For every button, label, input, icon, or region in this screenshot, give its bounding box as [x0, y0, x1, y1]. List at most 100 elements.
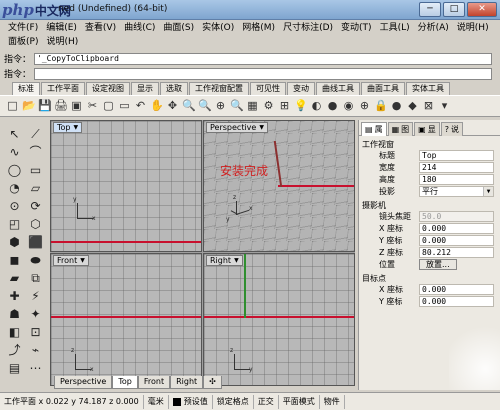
cylinder-icon[interactable]: ⬬	[27, 252, 44, 268]
zoom-selected-icon[interactable]: 🔍	[230, 99, 244, 113]
status-snap[interactable]: 锁定格点	[213, 394, 254, 409]
tab-select[interactable]: 选取	[160, 82, 188, 95]
ellipse-icon[interactable]: ◔	[6, 180, 23, 196]
camera-z-field[interactable]: 80.212	[419, 246, 494, 258]
join-icon[interactable]: ✦	[27, 306, 44, 322]
chevron-down-icon[interactable]: ▼	[259, 123, 264, 132]
material-icon[interactable]: ◉	[342, 99, 355, 113]
arc-icon[interactable]: ⌒	[27, 144, 44, 160]
tab-cplane[interactable]: 工作平面	[41, 82, 85, 95]
viewport-right-label[interactable]: Right ▼	[206, 255, 243, 266]
helix-icon[interactable]: ⟳	[27, 198, 44, 214]
menu-transform[interactable]: 变动(T)	[337, 22, 376, 34]
menu-surface[interactable]: 曲面(S)	[159, 22, 198, 34]
curve-icon[interactable]: ∿	[6, 144, 23, 160]
move-icon[interactable]: ✚	[6, 288, 23, 304]
select-arrow-icon[interactable]: ↖	[6, 126, 23, 142]
grid-icon[interactable]: ⊞	[278, 99, 291, 113]
print-icon[interactable]: 🖨	[54, 99, 68, 113]
trim-icon[interactable]: ⊡	[27, 324, 44, 340]
menu-panels[interactable]: 面板(P)	[4, 36, 42, 48]
solid-icon[interactable]: ⬢	[6, 234, 23, 250]
viewport-top[interactable]: Top ▼ y x	[50, 120, 202, 252]
viewport-perspective[interactable]: Perspective ▼ z y x	[203, 120, 355, 252]
status-layer[interactable]: 预设值	[169, 394, 213, 409]
fillet-icon[interactable]: ◰	[6, 216, 23, 232]
menu-view[interactable]: 查看(V)	[81, 22, 120, 34]
dimension-icon[interactable]: ▤	[6, 360, 23, 376]
place-button[interactable]: 放置...	[419, 258, 457, 270]
close-button[interactable]: ✕	[467, 2, 497, 17]
command-input[interactable]	[34, 67, 492, 80]
tab-properties[interactable]: ▤ 属	[361, 122, 387, 136]
viewport-right[interactable]: Right ▼ z y	[203, 253, 355, 386]
four-view-icon[interactable]: ▦	[246, 99, 259, 113]
viewport-top-label[interactable]: Top ▼	[53, 122, 83, 133]
extrude-icon[interactable]: ◼	[6, 252, 23, 268]
title-field[interactable]: Top	[419, 149, 494, 161]
vp-tab-perspective[interactable]: Perspective	[54, 376, 113, 389]
paste-icon[interactable]: ▭	[118, 99, 131, 113]
tab-standard[interactable]: 标准	[12, 82, 40, 95]
menu-help[interactable]: 说明(H)	[453, 22, 493, 34]
shaded-icon[interactable]: ◐	[310, 99, 323, 113]
menu-file[interactable]: 文件(F)	[4, 22, 42, 34]
tab-visibility[interactable]: 可见性	[250, 82, 286, 95]
mesh-icon[interactable]: ▰	[6, 270, 23, 286]
target-y-field[interactable]: 0.000	[419, 295, 494, 307]
more-tools-icon[interactable]: ▾	[438, 99, 451, 113]
width-field[interactable]: 214	[419, 161, 494, 173]
layer-icon[interactable]: ◆	[406, 99, 419, 113]
point-icon[interactable]: ⊙	[6, 198, 23, 214]
pan-hand-icon[interactable]: ✋	[150, 99, 164, 113]
circle-icon[interactable]: ◯	[6, 162, 23, 178]
tab-display[interactable]: 显示	[131, 82, 159, 95]
tab-help-panel[interactable]: ? 说	[440, 122, 463, 136]
line-icon[interactable]: ⟋	[27, 126, 44, 142]
cut-icon[interactable]: ✂	[86, 99, 99, 113]
more-icon[interactable]: ⋯	[27, 360, 44, 376]
rectangle-icon[interactable]: ▭	[27, 162, 44, 178]
vp-tab-front[interactable]: Front	[137, 376, 171, 389]
lock-icon[interactable]: 🔒	[374, 99, 388, 113]
camera-y-field[interactable]: 0.000	[419, 234, 494, 246]
menu-curve[interactable]: 曲线(C)	[120, 22, 159, 34]
menu-help-2[interactable]: 说明(H)	[42, 36, 82, 48]
box-icon[interactable]: ⬛	[27, 234, 44, 250]
maximize-button[interactable]: □	[443, 2, 465, 17]
viewport-front-label[interactable]: Front ▼	[53, 255, 89, 266]
rotate-view-icon[interactable]: ✥	[166, 99, 179, 113]
menu-tools[interactable]: 工具(L)	[376, 22, 414, 34]
polygon-icon[interactable]: ▱	[27, 180, 44, 196]
add-viewport-icon[interactable]: ✣	[203, 376, 222, 389]
menu-dimension[interactable]: 尺寸标注(D)	[279, 22, 337, 34]
rotate-icon[interactable]: ⤴	[6, 342, 23, 358]
status-object-snap[interactable]: 物件	[320, 394, 345, 409]
render-icon[interactable]: ●	[326, 99, 339, 113]
status-planar[interactable]: 平面模式	[279, 394, 320, 409]
zoom-window-icon[interactable]: 🔍	[198, 99, 212, 113]
group-icon[interactable]: ☗	[6, 306, 23, 322]
tab-viewport-layout[interactable]: 工作视窗配置	[189, 82, 249, 95]
import-icon[interactable]: ▣	[70, 99, 83, 113]
save-icon[interactable]: 💾	[38, 99, 52, 113]
tab-solid-tools[interactable]: 实体工具	[406, 82, 450, 95]
status-ortho[interactable]: 正交	[254, 394, 279, 409]
array-icon[interactable]: ⌁	[27, 342, 44, 358]
projection-select[interactable]: 平行 ▼	[419, 185, 494, 197]
zoom-icon[interactable]: 🔍	[182, 99, 196, 113]
split-icon[interactable]: ◧	[6, 324, 23, 340]
chevron-down-icon[interactable]: ▼	[483, 186, 493, 196]
tab-surface-tools[interactable]: 曲面工具	[361, 82, 405, 95]
copy-icon[interactable]: ▢	[102, 99, 115, 113]
chevron-down-icon[interactable]: ▼	[74, 123, 79, 132]
menu-analyze[interactable]: 分析(A)	[414, 22, 453, 34]
tab-layers[interactable]: ▦ 图	[387, 122, 414, 136]
target-x-field[interactable]: 0.000	[419, 283, 494, 295]
viewport-perspective-label[interactable]: Perspective ▼	[206, 122, 268, 133]
light-icon[interactable]: 💡	[294, 99, 308, 113]
open-file-icon[interactable]: 📂	[22, 99, 36, 113]
chevron-down-icon[interactable]: ▼	[234, 256, 239, 265]
tab-curve-tools[interactable]: 曲线工具	[316, 82, 360, 95]
new-file-icon[interactable]: □	[6, 99, 19, 113]
